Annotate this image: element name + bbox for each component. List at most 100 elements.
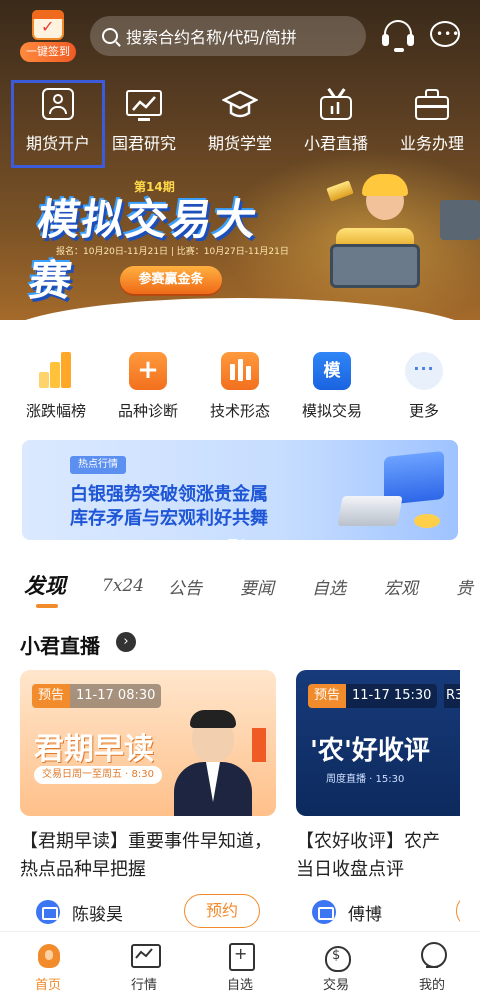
promo-headline-1: 白银强势突破领涨贵金属 [70,484,268,505]
tool-gainers-ranking[interactable]: 涨跌幅榜 [10,352,102,421]
tool-simulated-trading[interactable]: 模 模拟交易 [286,352,378,421]
tab-watchlist[interactable]: 自选 [312,574,346,599]
tabbar-label: 交易 [322,978,349,993]
nav-label: 期货开户 [25,134,90,153]
money-bag-icon [321,940,351,972]
tabbar-label: 行情 [130,978,157,993]
live-badge: 预告 11-17 08:30 [32,684,162,708]
live-title-line: 当日收盘点评 [296,859,404,880]
tool-label: 技术形态 [209,402,270,420]
tab-news[interactable]: 要闻 [240,574,274,599]
chevron-right-icon[interactable]: › [116,632,136,652]
chart-monitor-icon [129,940,161,970]
contest-dates: 报名：10月20日-11月21日 | 比赛：10月27日-11月21日 [56,247,289,257]
tool-label: 涨跌幅榜 [25,402,86,420]
join-contest-button[interactable]: 参赛赢金条 [120,266,222,294]
show-title: '农'好收评 [310,736,430,766]
tabbar-label: 首页 [34,978,61,993]
tabbar-trade[interactable]: 交易 [288,940,384,993]
plus-box-icon: + [129,352,167,390]
live-title: 【君期早读】重要事件早知道，热点品种早把握 [20,831,272,880]
reserve-button[interactable]: 预约 [184,894,260,928]
nav-item-business[interactable]: 业务办理 [384,86,480,166]
user-card-icon [40,88,76,122]
search-icon [102,28,118,44]
tv-avatar-icon [312,900,336,924]
live-section-title[interactable]: 小君直播 [20,630,100,659]
tab-macro[interactable]: 宏观 [384,574,418,599]
tool-variety-diagnosis[interactable]: + 品种诊断 [102,352,194,421]
tv-avatar-icon [36,900,60,924]
promo-headline-2: 库存矛盾与宏观利好共舞 [70,508,268,529]
message-icon[interactable]: ••• [428,18,464,54]
customer-service-icon[interactable] [380,18,416,54]
simulate-icon: 模 [313,352,351,390]
search-input[interactable]: 搜索合约名称/代码/简拼 [90,16,366,56]
live-time: 11-17 08:30 [70,684,162,708]
checkin-button[interactable]: ✓ 一键签到 [20,10,76,62]
live-card[interactable]: 预告 11-17 08:30 君期早读 交易日周一至周五 · 8:30 【君期早… [20,670,276,930]
tool-label: 品种诊断 [117,402,178,420]
checkin-label: 一键签到 [20,42,76,62]
nav-label: 小君直播 [303,134,368,153]
active-tab-indicator [36,604,58,608]
candlestick-icon [221,352,259,390]
nav-label: 期货学堂 [207,134,272,153]
host-photo [170,710,256,816]
graduation-cap-icon [221,88,259,122]
live-title: 【农好收评】农产 当日收盘点评 [296,828,460,884]
nav-item-academy[interactable]: 期货学堂 [192,86,288,166]
mine-cart-illustration [440,200,480,240]
nav-item-live[interactable]: 小君直播 [288,86,384,166]
tab-7x24[interactable]: 7x24 [102,576,144,596]
nav-label: 业务办理 [399,134,464,153]
carousel-indicator [228,528,248,540]
preview-tag: 预告 [308,684,347,708]
quick-tools: 涨跌幅榜 + 品种诊断 技术形态 模 模拟交易 ··· 更多 [0,352,480,428]
preview-tag: 预告 [32,684,71,708]
tabbar-home[interactable]: 首页 [0,940,96,993]
hero-header: ✓ 一键签到 搜索合约名称/代码/简拼 ••• 期货开户 国君研究 期货学堂 小… [0,0,480,320]
bottom-tab-bar: 首页 行情 自选 交易 我的 [0,931,480,997]
nav-item-account-open[interactable]: 期货开户 [10,86,106,166]
tabbar-watchlist[interactable]: 自选 [192,940,288,993]
live-badge: 预告 11-17 15:30 [308,684,438,708]
tool-label: 更多 [408,402,439,420]
checkmark-icon: ✓ [41,17,55,36]
live-thumbnail: 预告 11-17 08:30 君期早读 交易日周一至周五 · 8:30 [20,670,276,816]
live-time-extra: R3 [444,684,460,708]
hot-market-tag: 热点行情 [70,456,126,474]
tab-discover[interactable]: 发现 [24,570,66,600]
watchlist-add-icon [225,940,255,971]
tabbar-label: 自选 [226,978,253,993]
nav-label: 国君研究 [111,134,176,153]
show-title: 君期早读 [34,732,154,767]
tab-precious-metals[interactable]: 贵 [456,574,473,599]
reserve-button[interactable] [456,894,460,928]
tool-label: 模拟交易 [301,402,362,420]
live-title-line: 【农好收评】农产 [296,831,440,852]
host-name: 傅博 [348,905,382,925]
home-mascot-icon [33,940,63,970]
tab-announcements[interactable]: 公告 [168,574,202,599]
tool-more[interactable]: ··· 更多 [378,352,470,421]
gold-coin-illustration [414,514,440,528]
live-time: 11-17 15:30 [346,684,438,708]
main-nav: 期货开户 国君研究 期货学堂 小君直播 业务办理 [0,80,480,168]
more-dots-icon: ··· [405,352,443,390]
nav-item-research[interactable]: 国君研究 [96,86,192,166]
tabbar-quotes[interactable]: 行情 [96,940,192,993]
bar-rank-icon [37,352,75,390]
market-hot-banner[interactable]: 热点行情 白银强势突破领涨贵金属 库存矛盾与宏观利好共舞 [22,440,458,540]
silver-ingot-illustration [337,496,403,526]
profile-face-icon [417,940,447,970]
tool-technical-patterns[interactable]: 技术形态 [194,352,286,421]
live-card[interactable]: 预告 11-17 15:30 R3 '农'好收评 周度直播 · 15:30 【农… [296,670,460,930]
tv-icon [318,88,354,122]
show-schedule: 周度直播 · 15:30 [326,774,405,785]
content-tabs: 发现 7x24 公告 要闻 自选 宏观 贵 [0,568,480,612]
tabbar-me[interactable]: 我的 [384,940,480,993]
show-schedule: 交易日周一至周五 · 8:30 [34,766,162,784]
live-thumbnail: 预告 11-17 15:30 R3 '农'好收评 周度直播 · 15:30 [296,670,460,816]
monitor-chart-icon [126,88,162,122]
